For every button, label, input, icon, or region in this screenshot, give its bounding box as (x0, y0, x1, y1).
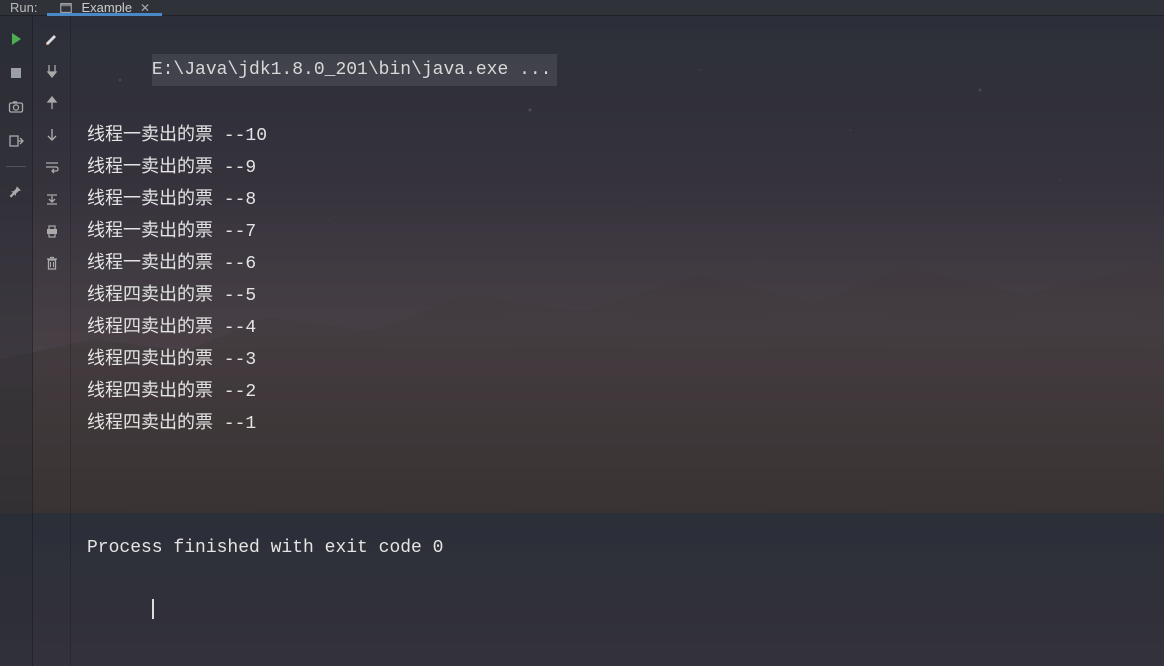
tab-example[interactable]: Example ✕ (47, 0, 162, 15)
tab-active-underline (47, 13, 162, 16)
run-label: Run: (0, 0, 47, 15)
console-line: 线程一卖出的票 --10 (87, 120, 1164, 152)
exit-icon[interactable] (7, 132, 25, 150)
rail-divider (6, 166, 26, 167)
pin-icon[interactable] (7, 183, 25, 201)
soft-wrap-icon[interactable] (43, 158, 61, 176)
scroll-up-icon[interactable] (43, 94, 61, 112)
down-arrow-icon[interactable] (43, 126, 61, 144)
console-line: 线程一卖出的票 --9 (87, 152, 1164, 184)
run-panel-header: Run: Example ✕ (0, 0, 1164, 16)
print-icon[interactable] (43, 222, 61, 240)
run-button[interactable] (7, 30, 25, 48)
exit-message: Process finished with exit code 0 (87, 532, 1164, 564)
console-control-rail (33, 16, 71, 666)
console-line: 线程四卖出的票 --4 (87, 312, 1164, 344)
camera-icon[interactable] (7, 98, 25, 116)
console-line: 线程四卖出的票 --5 (87, 280, 1164, 312)
console-line: 线程四卖出的票 --3 (87, 344, 1164, 376)
console-line: 线程四卖出的票 --1 (87, 408, 1164, 440)
left-tool-rail (0, 16, 33, 666)
scroll-down-icon[interactable] (43, 62, 61, 80)
edit-icon[interactable] (43, 30, 61, 48)
scroll-to-end-icon[interactable] (43, 190, 61, 208)
command-line: E:\Java\jdk1.8.0_201\bin\java.exe ... (152, 54, 558, 86)
console-line: 线程一卖出的票 --6 (87, 248, 1164, 280)
console-line: 线程一卖出的票 --7 (87, 216, 1164, 248)
text-cursor (152, 599, 154, 619)
console-line: 线程一卖出的票 --8 (87, 184, 1164, 216)
console-output[interactable]: E:\Java\jdk1.8.0_201\bin\java.exe ... 线程… (71, 16, 1164, 666)
console-line: 线程四卖出的票 --2 (87, 376, 1164, 408)
trash-icon[interactable] (43, 254, 61, 272)
stop-button[interactable] (7, 64, 25, 82)
